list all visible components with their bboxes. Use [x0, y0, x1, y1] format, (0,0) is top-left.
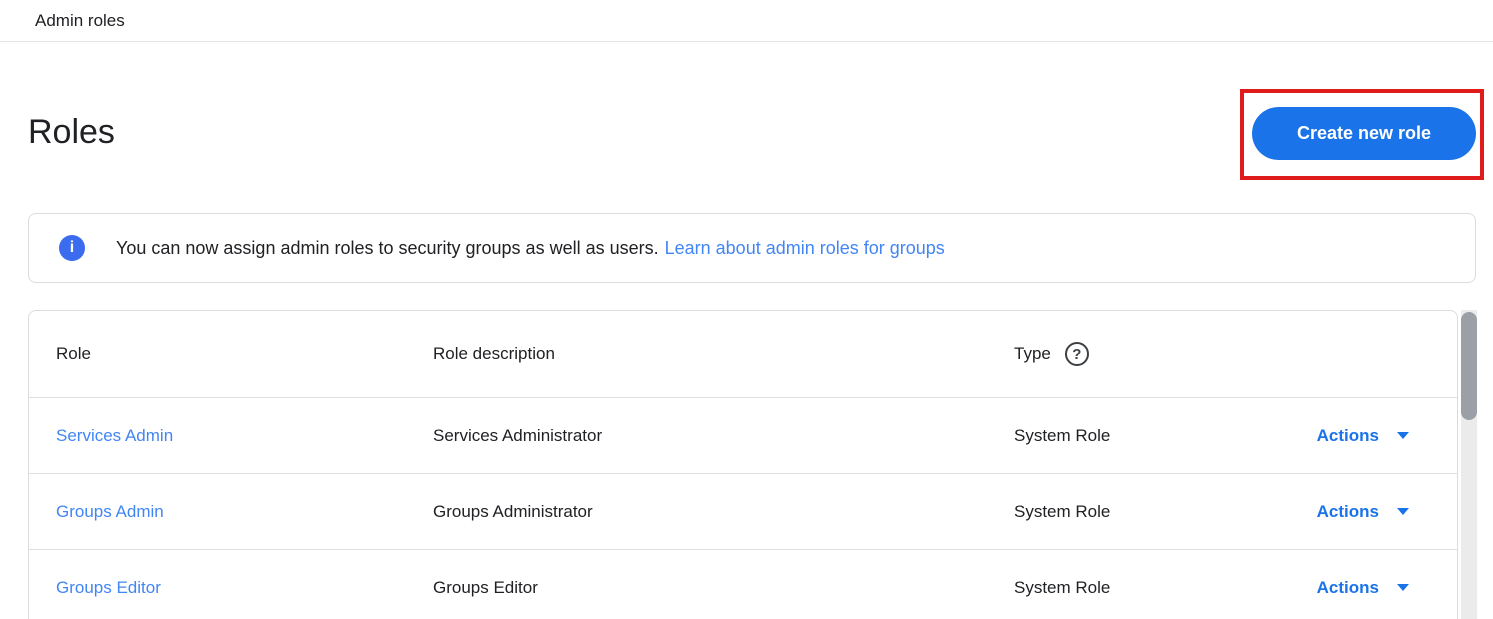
roles-table: Role Role description Type ? Services Ad… — [28, 310, 1458, 619]
table-row-services-admin: Services Admin Services Administrator Sy… — [29, 397, 1457, 473]
info-banner: i You can now assign admin roles to secu… — [28, 213, 1476, 283]
chevron-down-icon — [1397, 508, 1409, 515]
table-row-groups-admin: Groups Admin Groups Administrator System… — [29, 473, 1457, 549]
actions-dropdown[interactable]: Actions — [1317, 426, 1409, 446]
column-header-role-description: Role description — [433, 344, 1014, 364]
actions-dropdown[interactable]: Actions — [1317, 502, 1409, 522]
breadcrumb-admin-roles: Admin roles — [35, 11, 125, 31]
help-icon[interactable]: ? — [1065, 342, 1089, 366]
page-title: Roles — [28, 108, 115, 156]
info-icon: i — [59, 235, 85, 261]
banner-text: You can now assign admin roles to securi… — [116, 238, 659, 259]
role-link-groups-editor[interactable]: Groups Editor — [56, 578, 161, 597]
table-row-groups-editor: Groups Editor Groups Editor System Role … — [29, 549, 1457, 619]
table-header-row: Role Role description Type ? — [29, 311, 1457, 397]
learn-about-admin-roles-link[interactable]: Learn about admin roles for groups — [665, 238, 945, 259]
chevron-down-icon — [1397, 432, 1409, 439]
actions-dropdown[interactable]: Actions — [1317, 578, 1409, 598]
role-link-services-admin[interactable]: Services Admin — [56, 426, 173, 445]
top-bar: Admin roles — [0, 0, 1493, 42]
role-link-groups-admin[interactable]: Groups Admin — [56, 502, 164, 521]
role-description: Groups Editor — [433, 578, 538, 597]
column-header-type: Type ? — [1014, 342, 1278, 366]
vertical-scrollbar-track[interactable] — [1461, 310, 1477, 619]
role-type: System Role — [1014, 502, 1110, 521]
role-type: System Role — [1014, 578, 1110, 597]
create-new-role-button[interactable]: Create new role — [1252, 107, 1476, 160]
role-description: Groups Administrator — [433, 502, 593, 521]
role-description: Services Administrator — [433, 426, 602, 445]
column-header-role: Role — [29, 344, 433, 364]
vertical-scrollbar-thumb[interactable] — [1461, 312, 1477, 420]
chevron-down-icon — [1397, 584, 1409, 591]
role-type: System Role — [1014, 426, 1110, 445]
